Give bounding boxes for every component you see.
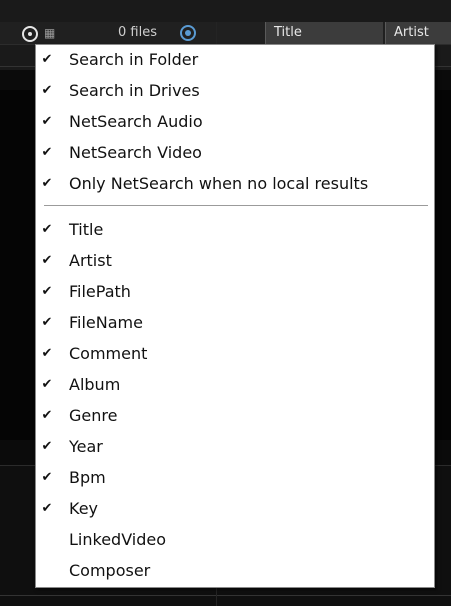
menu-item-label: Composer xyxy=(69,561,151,580)
grid-icon[interactable]: ▦ xyxy=(44,26,58,40)
menu-item-netsearch-audio[interactable]: ✔ NetSearch Audio xyxy=(36,107,434,137)
checkmark-icon: ✔ xyxy=(41,346,53,361)
checkmark-icon: ✔ xyxy=(41,315,53,330)
search-options-menu: ✔ Search in Folder ✔ Search in Drives ✔ … xyxy=(35,44,435,588)
menu-separator xyxy=(44,205,428,207)
menu-item-label: LinkedVideo xyxy=(69,530,167,549)
checkmark-icon: ✔ xyxy=(41,176,53,191)
menu-item-label: Comment xyxy=(69,344,148,363)
checkmark-icon: ✔ xyxy=(41,222,53,237)
menu-item-search-in-folder[interactable]: ✔ Search in Folder xyxy=(36,45,434,75)
checkmark-icon: ✔ xyxy=(41,145,53,160)
files-target-icon[interactable] xyxy=(180,25,196,41)
checkmark-icon: ✔ xyxy=(41,439,53,454)
menu-item-field-composer[interactable]: Composer xyxy=(36,556,434,586)
column-header-label: Title xyxy=(274,25,302,40)
menu-item-label: Year xyxy=(69,437,103,456)
menu-item-only-netsearch[interactable]: ✔ Only NetSearch when no local results xyxy=(36,169,434,199)
checkmark-icon: ✔ xyxy=(41,501,53,516)
checkmark-icon: ✔ xyxy=(41,253,53,268)
menu-item-label: Bpm xyxy=(69,468,106,487)
checkmark-icon: ✔ xyxy=(41,114,53,129)
menu-item-label: Search in Drives xyxy=(69,81,200,100)
checkmark-icon: ✔ xyxy=(41,52,53,67)
checkmark-icon: ✔ xyxy=(41,284,53,299)
column-header-label: Artist xyxy=(394,25,429,40)
menu-item-field-linkedvideo[interactable]: LinkedVideo xyxy=(36,525,434,555)
checkmark-icon: ✔ xyxy=(41,83,53,98)
menu-item-field-filename[interactable]: ✔ FileName xyxy=(36,308,434,338)
menu-item-label: Album xyxy=(69,375,121,394)
menu-item-field-artist[interactable]: ✔ Artist xyxy=(36,246,434,276)
column-header-artist[interactable]: Artist xyxy=(385,22,451,44)
menu-item-field-bpm[interactable]: ✔ Bpm xyxy=(36,463,434,493)
menu-item-field-album[interactable]: ✔ Album xyxy=(36,370,434,400)
divider xyxy=(0,595,451,596)
menu-item-field-comment[interactable]: ✔ Comment xyxy=(36,339,434,369)
search-toggle-icon[interactable] xyxy=(22,26,38,42)
checkmark-icon: ✔ xyxy=(41,408,53,423)
menu-item-label: Search in Folder xyxy=(69,50,199,69)
menu-item-field-filepath[interactable]: ✔ FilePath xyxy=(36,277,434,307)
column-header-title[interactable]: Title xyxy=(265,22,383,44)
menu-item-label: Artist xyxy=(69,251,112,270)
checkmark-icon: ✔ xyxy=(41,470,53,485)
menu-item-field-key[interactable]: ✔ Key xyxy=(36,494,434,524)
menu-item-field-year[interactable]: ✔ Year xyxy=(36,432,434,462)
menu-item-label: FileName xyxy=(69,313,143,332)
menu-item-field-title[interactable]: ✔ Title xyxy=(36,215,434,245)
menu-item-label: NetSearch Audio xyxy=(69,112,203,131)
menu-item-label: Only NetSearch when no local results xyxy=(69,174,369,193)
files-count: 0 files xyxy=(118,25,157,40)
menu-item-label: Key xyxy=(69,499,99,518)
browser-toolbar xyxy=(0,22,451,45)
menu-item-label: Title xyxy=(69,220,104,239)
menu-item-field-genre[interactable]: ✔ Genre xyxy=(36,401,434,431)
menu-item-label: NetSearch Video xyxy=(69,143,202,162)
menu-item-netsearch-video[interactable]: ✔ NetSearch Video xyxy=(36,138,434,168)
menu-item-label: FilePath xyxy=(69,282,131,301)
menu-item-search-in-drives[interactable]: ✔ Search in Drives xyxy=(36,76,434,106)
checkmark-icon: ✔ xyxy=(41,377,53,392)
menu-item-label: Genre xyxy=(69,406,118,425)
